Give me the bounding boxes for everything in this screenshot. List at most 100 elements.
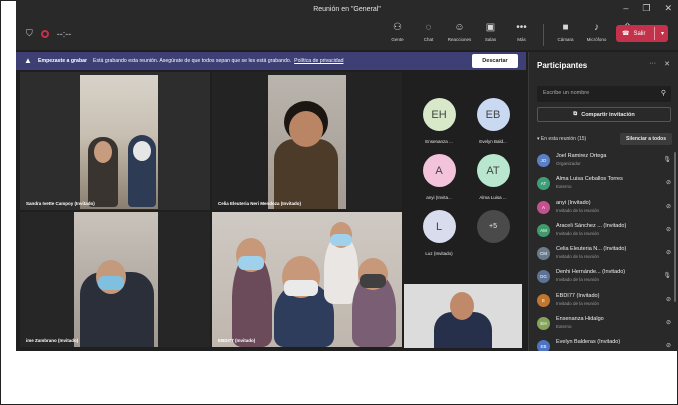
search-icon: ⚲ <box>660 90 666 97</box>
leave-button[interactable]: ☎ Salir ▾ <box>616 25 668 42</box>
participant-role: Invitado de la reunión <box>556 300 600 306</box>
rooms-label: Salas <box>484 37 497 42</box>
toolbar-actions: ⚇ Gente ◌ Chat ☺ Reacciones ▣ Salas ••• … <box>382 22 643 46</box>
participant-row[interactable]: AT Alma Luisa Ceballos Torres Externo ⊘ <box>537 174 675 197</box>
avatar-label: Luz (Invitado) <box>425 251 453 256</box>
video-tile-zambrano[interactable]: ime Zambrano (Invitado) <box>20 212 210 347</box>
avatar-tile[interactable]: AT Alma Luisa ... <box>466 154 520 200</box>
dismiss-button[interactable]: Descartar <box>472 54 518 68</box>
participant-search-input[interactable]: Escribe un nombre ⚲ <box>537 86 671 102</box>
participant-row[interactable]: AM Araceli Sánchez ... (Invitado) Invita… <box>537 221 675 244</box>
microphone-icon: 🎙 <box>663 157 671 163</box>
meeting-timer: --:-- <box>56 28 72 39</box>
camera-label: Cámara <box>557 37 574 42</box>
more-icon: ••• <box>516 22 527 33</box>
people-button[interactable]: ⚇ Gente <box>382 22 413 46</box>
banner-text: Está grabando esta reunión. Asegúrate de… <box>93 58 292 64</box>
avatar-label: anyi (Invita... <box>426 195 452 200</box>
participant-role: Externo <box>556 184 572 190</box>
close-icon[interactable]: ✕ <box>664 60 670 68</box>
teams-meeting-window: Reunión en "General" – ❐ ✕ ⛉ --:-- ⚇ Gen… <box>16 0 678 351</box>
more-label: Más <box>517 37 526 42</box>
video-name-label: ime Zambrano (Invitado) <box>26 338 79 343</box>
chat-label: Chat <box>423 37 434 42</box>
avatar-label: Evelyn Bald... <box>479 139 507 144</box>
in-meeting-label: En esta reunión (15) <box>540 136 587 142</box>
avatar-tile[interactable]: EH Ensenanza ... <box>412 98 466 144</box>
microphone-muted-icon: ⊘ <box>665 203 671 210</box>
participant-name: Araceli Sánchez ... (Invitado) <box>556 222 627 229</box>
participant-row[interactable]: EH Ensenanza Hidalgo Externo ⊘ <box>537 314 675 337</box>
video-tile-sandra[interactable]: Sandra Ivette Campoy (Invitado) <box>20 72 210 210</box>
rooms-icon: ▣ <box>485 22 496 33</box>
microphone-button[interactable]: ♪ Micrófono <box>581 22 612 46</box>
recording-banner: ▲ Empezaste a grabar Está grabando esta … <box>16 52 526 70</box>
window-controls: – ❐ ✕ <box>623 3 672 14</box>
participant-role: Externo <box>556 324 572 330</box>
participant-row[interactable]: A anyi (Invitado) Invitado de la reunión… <box>537 198 675 221</box>
microphone-muted-icon: ⊘ <box>665 296 671 303</box>
participant-row[interactable]: JO Joel Ramirez Ortega Organizador 🎙 <box>537 151 675 174</box>
participant-row[interactable]: CM Celia Eleuteria N... (Invitado) Invit… <box>537 244 675 267</box>
participant-row[interactable]: EB Evelyn Balderas (Invitado) ⊘ <box>537 337 675 351</box>
avatar: EB <box>476 98 510 131</box>
camera-button[interactable]: ■ Cámara <box>550 22 581 46</box>
participant-video <box>80 75 158 209</box>
chat-button[interactable]: ◌ Chat <box>413 22 444 46</box>
avatar-label: Ensenanza ... <box>425 139 453 144</box>
participant-name: Celia Eleuteria N... (Invitado) <box>556 246 627 253</box>
avatar-tile[interactable]: L Luz (Invitado) <box>412 210 466 256</box>
video-tile-ebdi77[interactable]: EBDI77 (Invitado) <box>212 212 402 347</box>
microphone-muted-icon: ⊘ <box>665 320 671 327</box>
more-button[interactable]: ••• Más <box>506 22 537 46</box>
participant-name: Evelyn Balderas (Invitado) <box>556 339 621 346</box>
participant-row[interactable]: E EBDI77 (Invitado) Invitado de la reuni… <box>537 291 675 314</box>
minimize-icon[interactable]: – <box>623 3 628 14</box>
reactions-button[interactable]: ☺ Reacciones <box>444 22 475 46</box>
avatar: JO <box>537 154 550 167</box>
video-tile-celia[interactable]: Celia Eleuteria Neri Mendoza (Invitado) <box>212 72 402 210</box>
avatar-tile[interactable]: EB Evelyn Bald... <box>466 98 520 144</box>
chevron-down-icon[interactable]: ▾ <box>661 30 664 37</box>
rooms-button[interactable]: ▣ Salas <box>475 22 506 46</box>
avatar: E <box>537 293 550 307</box>
participant-row[interactable]: DG Denhi Hernánde... (Invitado) Invitado… <box>537 267 675 290</box>
microphone-icon: ♪ <box>594 22 599 33</box>
avatar: DG <box>537 270 550 284</box>
phone-hangup-icon: ☎ <box>622 31 630 37</box>
leave-divider <box>654 27 655 40</box>
avatar-label: Alma Luisa ... <box>479 195 507 200</box>
participant-name: Joel Ramirez Ortega <box>556 153 607 159</box>
share-invite-label: Compartir invitación <box>581 111 635 118</box>
video-name-label: Sandra Ivette Campoy (Invitado) <box>26 201 95 206</box>
warning-icon: ▲ <box>24 56 32 65</box>
avatar: EH <box>537 317 550 331</box>
toolbar-divider <box>543 24 544 46</box>
banner-title: Empezaste a grabar <box>38 58 88 64</box>
privacy-link[interactable]: Política de privacidad <box>294 58 343 64</box>
microphone-muted-icon: ⊘ <box>665 180 671 187</box>
more-participants-count: +5 <box>476 210 510 243</box>
title-bar: Reunión en "General" – ❐ ✕ <box>16 0 678 18</box>
avatar: EB <box>537 340 550 351</box>
participant-video <box>212 212 402 347</box>
microphone-muted-icon: ⊘ <box>665 343 671 350</box>
more-participants-tile[interactable]: +5 <box>466 210 520 243</box>
participant-role: Invitado de la reunión <box>556 207 600 213</box>
self-view-video[interactable] <box>404 284 522 348</box>
mute-all-button[interactable]: Silenciar a todos <box>620 133 672 145</box>
participant-role: Invitado de la reunión <box>556 277 600 283</box>
avatar-tile[interactable]: A anyi (Invita... <box>412 154 466 200</box>
avatar: A <box>422 154 456 187</box>
maximize-icon[interactable]: ❐ <box>642 3 650 14</box>
in-meeting-section-header[interactable]: ▾ En esta reunión (15) <box>537 136 586 142</box>
participant-video <box>268 75 346 209</box>
camera-icon: ■ <box>562 22 569 33</box>
chat-icon: ◌ <box>425 22 432 33</box>
close-icon[interactable]: ✕ <box>664 3 672 14</box>
participant-name: Ensenanza Hidalgo <box>556 316 604 323</box>
share-invite-button[interactable]: ⧉ Compartir invitación <box>537 107 671 122</box>
more-icon[interactable]: ··· <box>649 60 656 68</box>
participant-name: Alma Luisa Ceballos Torres <box>556 176 623 183</box>
recording-icon <box>40 29 49 38</box>
